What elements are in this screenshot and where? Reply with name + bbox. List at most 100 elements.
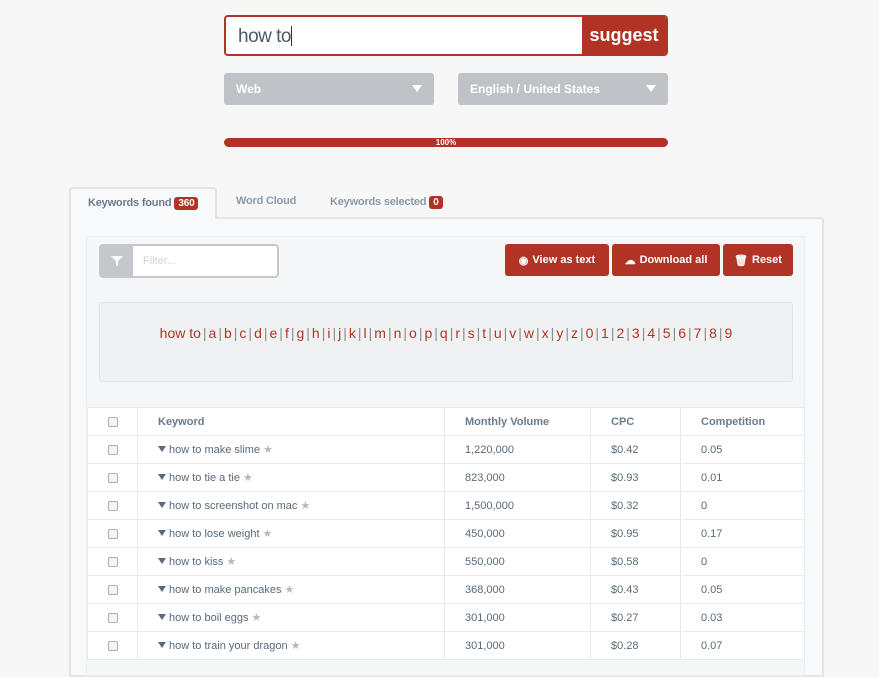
alphabet-link[interactable]: j	[338, 325, 341, 341]
caret-down-icon[interactable]	[158, 586, 166, 592]
alphabet-link[interactable]: p	[424, 325, 432, 341]
row-checkbox[interactable]	[87, 463, 138, 492]
filter-input[interactable]: Filter...	[133, 246, 186, 276]
alphabet-link[interactable]: x	[542, 325, 549, 341]
row-checkbox[interactable]	[87, 603, 138, 632]
alphabet-link[interactable]: h	[312, 325, 320, 341]
star-icon[interactable]: ★	[291, 640, 301, 652]
column-monthly-volume[interactable]: Monthly Volume	[444, 407, 591, 436]
caret-down-icon[interactable]	[158, 558, 166, 564]
alphabet-link[interactable]: d	[254, 325, 262, 341]
alphabet-link[interactable]: m	[374, 325, 386, 341]
alphabet-link[interactable]: 9	[725, 325, 733, 341]
caret-down-icon[interactable]	[158, 502, 166, 508]
alphabet-link[interactable]: 6	[678, 325, 686, 341]
cpc-cell: $0.43	[590, 575, 681, 604]
download-all-button[interactable]: ☁ Download all	[612, 244, 720, 276]
alphabet-link[interactable]: e	[270, 325, 278, 341]
view-as-text-button[interactable]: ◉ View as text	[505, 244, 609, 276]
separator: |	[672, 325, 677, 341]
reset-button[interactable]: 🗑 Reset	[723, 244, 793, 276]
trash-icon: 🗑	[734, 254, 748, 267]
column-cpc[interactable]: CPC	[590, 407, 681, 436]
source-select[interactable]: Web	[224, 73, 434, 105]
competition-cell: 0.01	[680, 463, 805, 492]
alphabet-link[interactable]: q	[440, 325, 448, 341]
star-icon[interactable]: ★	[285, 584, 295, 596]
alphabet-link[interactable]: 7	[694, 325, 702, 341]
alphabet-link[interactable]: 0	[586, 325, 594, 341]
alphabet-link[interactable]: 2	[616, 325, 624, 341]
star-icon[interactable]: ★	[263, 528, 273, 540]
alphabet-link[interactable]: 5	[663, 325, 671, 341]
alphabet-link[interactable]: t	[482, 325, 486, 341]
keyword-cell: how to lose weight ★	[137, 519, 445, 548]
alphabet-link[interactable]: 3	[632, 325, 640, 341]
keyword-cell: how to make pancakes ★	[137, 575, 445, 604]
alphabet-link[interactable]: c	[239, 325, 246, 341]
alphabet-link[interactable]: i	[327, 325, 330, 341]
search-input[interactable]: how to	[226, 17, 582, 54]
chevron-down-icon	[646, 85, 656, 92]
cpc-cell: $0.32	[590, 491, 681, 520]
separator: |	[279, 325, 283, 341]
column-keyword[interactable]: Keyword	[137, 407, 445, 436]
row-checkbox[interactable]	[87, 631, 138, 660]
star-icon[interactable]: ★	[252, 612, 262, 624]
select-all-checkbox[interactable]	[87, 407, 138, 436]
tab-keywords-selected[interactable]: Keywords selected 0	[313, 188, 460, 219]
row-checkbox[interactable]	[87, 575, 138, 604]
star-icon[interactable]: ★	[243, 472, 253, 484]
caret-down-icon[interactable]	[158, 530, 166, 536]
separator: |	[434, 325, 438, 341]
alphabet-link[interactable]: 4	[647, 325, 655, 341]
volume-cell: 1,500,000	[444, 491, 591, 520]
volume-cell: 368,000	[444, 575, 591, 604]
cpc-cell: $0.42	[590, 435, 681, 464]
row-checkbox[interactable]	[87, 491, 138, 520]
volume-cell: 823,000	[444, 463, 591, 492]
alphabet-link[interactable]: 8	[709, 325, 717, 341]
alphabet-link[interactable]: y	[556, 325, 563, 341]
star-icon[interactable]: ★	[226, 556, 236, 568]
row-checkbox[interactable]	[87, 519, 138, 548]
alphabet-link[interactable]: v	[509, 325, 516, 341]
alphabet-link[interactable]: n	[394, 325, 402, 341]
caret-down-icon[interactable]	[158, 474, 166, 480]
alphabet-link[interactable]: f	[285, 325, 289, 341]
tab-word-cloud[interactable]: Word Cloud	[219, 187, 313, 218]
alphabet-link[interactable]: z	[571, 325, 578, 341]
competition-cell: 0.05	[680, 435, 805, 464]
separator: |	[418, 325, 423, 341]
alphabet-link[interactable]: a	[209, 325, 217, 341]
alphabet-link[interactable]: b	[224, 325, 232, 341]
separator: |	[703, 325, 708, 341]
row-checkbox[interactable]	[87, 547, 138, 576]
row-checkbox[interactable]	[87, 435, 138, 464]
alphabet-link[interactable]: how to	[160, 325, 201, 341]
alphabet-link[interactable]: s	[468, 325, 475, 341]
alphabet-link[interactable]: l	[364, 325, 367, 341]
caret-down-icon[interactable]	[158, 614, 166, 620]
caret-down-icon[interactable]	[158, 642, 166, 648]
alphabet-link[interactable]: u	[494, 325, 502, 341]
suggest-button[interactable]: suggest	[582, 17, 666, 54]
alphabet-link[interactable]: k	[349, 325, 356, 341]
alphabet-link[interactable]: w	[524, 325, 534, 341]
cloud-download-icon: ☁	[624, 254, 636, 267]
alphabet-link[interactable]: 1	[601, 325, 609, 341]
alphabet-link[interactable]: g	[296, 325, 304, 341]
star-icon[interactable]: ★	[263, 444, 273, 456]
filter-field[interactable]: Filter...	[99, 244, 279, 278]
keywords-table: Keyword Monthly Volume CPC Competition h…	[87, 407, 805, 660]
star-icon[interactable]: ★	[300, 500, 310, 512]
separator: |	[626, 325, 630, 341]
column-competition[interactable]: Competition	[680, 407, 805, 436]
language-select[interactable]: English / United States	[458, 73, 668, 105]
alphabet-link[interactable]: o	[409, 325, 417, 341]
caret-down-icon[interactable]	[158, 446, 166, 452]
separator: |	[403, 325, 408, 341]
alphabet-link[interactable]: r	[455, 325, 460, 341]
tab-keywords-found[interactable]: Keywords found 360	[69, 187, 218, 219]
separator: |	[718, 325, 723, 341]
